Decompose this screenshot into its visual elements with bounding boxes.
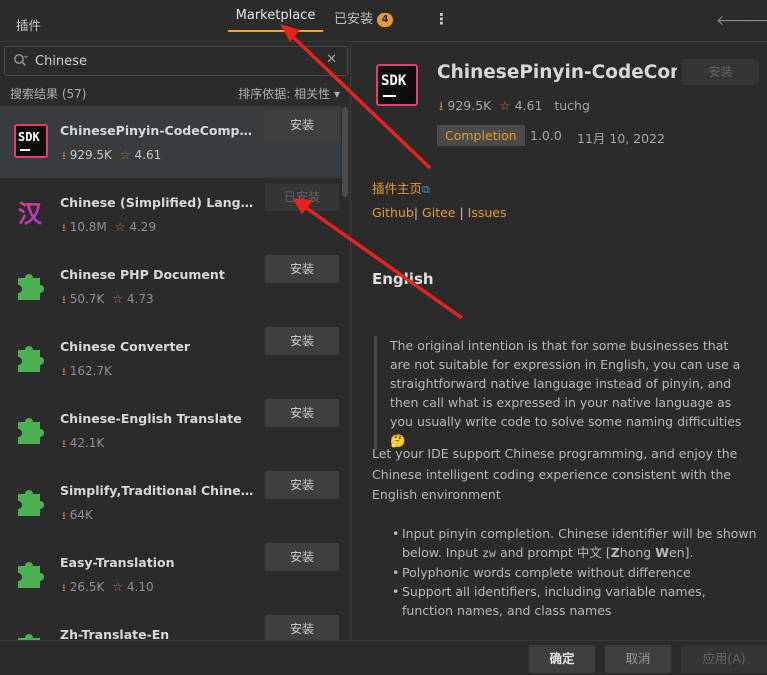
apply-button[interactable]: 应用(A) bbox=[681, 645, 767, 673]
plugin-meta: ⭳ 10.8M ☆ 4.29 bbox=[62, 220, 157, 234]
clear-icon[interactable]: ✕ bbox=[326, 52, 337, 67]
install-button[interactable]: 安装 bbox=[265, 615, 339, 640]
description-quote: The original intention is that for some … bbox=[374, 336, 750, 450]
plugin-name: Chinese Converter bbox=[60, 339, 191, 354]
sdk-icon: SDK bbox=[376, 64, 418, 106]
category-tag[interactable]: Completion bbox=[437, 125, 525, 146]
kebab-icon[interactable]: ⋮ bbox=[434, 10, 449, 28]
feature-item: Input pinyin completion. Chinese identif… bbox=[392, 524, 757, 563]
download-icon: ⭳ bbox=[62, 149, 66, 162]
puzzle-piece-icon bbox=[14, 340, 48, 374]
puzzle-piece-icon bbox=[14, 484, 48, 518]
tab-marketplace-label: Marketplace bbox=[235, 8, 316, 23]
plugin-detail-panel: SDK ChinesePinyin-CodeCompletionHelper 安… bbox=[352, 42, 767, 640]
dialog-title: 插件 bbox=[16, 18, 42, 33]
issues-link[interactable]: Issues bbox=[468, 205, 507, 220]
external-link-icon: ⧉ bbox=[422, 183, 430, 196]
plugin-name: Chinese (Simplified) Language Pack bbox=[60, 195, 256, 210]
author: tuchg bbox=[554, 98, 590, 113]
install-button[interactable]: 安装 bbox=[265, 399, 339, 427]
download-icon: ⭳ bbox=[62, 221, 66, 234]
plugin-meta: ⭳ 50.7K ☆ 4.73 bbox=[62, 292, 154, 306]
puzzle-piece-icon bbox=[14, 556, 48, 590]
ok-button[interactable]: 确定 bbox=[529, 645, 595, 673]
plugin-name: ChinesePinyin-CodeCompletionHelper bbox=[60, 123, 256, 138]
download-icon: ⭳ bbox=[62, 437, 66, 450]
list-item[interactable]: Easy-Translation ⭳ 26.5K ☆ 4.10 安装 bbox=[0, 538, 341, 610]
han-character-icon: 汉 bbox=[16, 198, 46, 228]
installed-button: 已安装 bbox=[265, 183, 339, 211]
tab-marketplace[interactable]: Marketplace bbox=[228, 0, 323, 32]
plugin-name: Easy-Translation bbox=[60, 555, 175, 570]
puzzle-piece-icon bbox=[14, 628, 48, 640]
detail-plugin-name: ChinesePinyin-CodeCompletionHelper bbox=[437, 62, 677, 83]
plugins-header: 插件 Marketplace 已安装 4 ⋮ 🡐 🡒 bbox=[0, 0, 767, 42]
install-button[interactable]: 安装 bbox=[265, 255, 339, 283]
download-icon: ⭳ bbox=[62, 365, 66, 378]
list-item[interactable]: 汉 Chinese (Simplified) Language Pack ⭳ 1… bbox=[0, 178, 341, 250]
plugin-version: 1.0.0 bbox=[530, 128, 562, 143]
star-icon: ☆ bbox=[119, 148, 131, 162]
feature-list: Input pinyin completion. Chinese identif… bbox=[392, 524, 757, 620]
plugin-meta: ⭳ 64K bbox=[62, 508, 93, 522]
sort-dropdown[interactable]: 排序依据: 相关性 ▾ bbox=[238, 85, 340, 102]
plugin-name: Simplify,Traditional Chinese Converter bbox=[60, 483, 256, 498]
plugin-name: Chinese PHP Document bbox=[60, 267, 225, 282]
tab-installed[interactable]: 已安装 4 bbox=[334, 8, 394, 27]
list-item[interactable]: SDK ChinesePinyin-CodeCompletionHelper ⭳… bbox=[0, 106, 341, 178]
star-icon: ☆ bbox=[112, 292, 124, 306]
install-button[interactable]: 安装 bbox=[265, 327, 339, 355]
arrow-right-icon[interactable]: 🡒 bbox=[741, 12, 767, 29]
sdk-icon: SDK bbox=[14, 124, 48, 158]
description-paragraph: Let your IDE support Chinese programming… bbox=[372, 446, 738, 502]
svg-text:汉: 汉 bbox=[18, 200, 43, 228]
list-item[interactable]: Chinese PHP Document ⭳ 50.7K ☆ 4.73 安装 bbox=[0, 250, 341, 322]
homepage-link[interactable]: 插件主页⧉ bbox=[372, 178, 430, 197]
download-icon: ⭳ bbox=[439, 98, 444, 113]
list-item[interactable]: Zh-Translate-En 安装 bbox=[0, 610, 341, 640]
install-button[interactable]: 安装 bbox=[265, 543, 339, 571]
feature-item: Polyphonic words complete without differ… bbox=[392, 563, 757, 582]
dialog-footer: 确定 取消 应用(A) bbox=[0, 640, 767, 675]
download-icon: ⭳ bbox=[62, 509, 66, 522]
install-button[interactable]: 安装 bbox=[265, 111, 339, 139]
puzzle-piece-icon bbox=[14, 412, 48, 446]
active-tab-indicator bbox=[228, 30, 323, 32]
gitee-link[interactable]: Gitee bbox=[422, 205, 455, 220]
cancel-button[interactable]: 取消 bbox=[605, 645, 671, 673]
feature-item: Support all identifiers, including varia… bbox=[392, 582, 757, 620]
plugin-list: SDK ChinesePinyin-CodeCompletionHelper ⭳… bbox=[0, 106, 350, 640]
plugin-name: Chinese-English Translate bbox=[60, 411, 242, 426]
search-box[interactable]: ✕ bbox=[4, 46, 348, 76]
plugin-name: Zh-Translate-En bbox=[60, 627, 170, 640]
puzzle-piece-icon bbox=[14, 268, 48, 302]
github-link[interactable]: Github bbox=[372, 205, 414, 220]
search-results-count: 搜索结果 (57) bbox=[10, 87, 87, 101]
release-date: 11月 10, 2022 bbox=[577, 131, 666, 146]
plugin-list-panel: ✕ 搜索结果 (57) 排序依据: 相关性 ▾ SDK ChinesePinyi… bbox=[0, 42, 351, 640]
download-icon: ⭳ bbox=[62, 293, 66, 306]
search-input[interactable] bbox=[35, 51, 315, 71]
list-item[interactable]: Chinese Converter ⭳ 162.7K 安装 bbox=[0, 322, 341, 394]
plugin-meta: ⭳ 929.5K ☆ 4.61 bbox=[62, 148, 162, 162]
detail-install-button[interactable]: 安装 bbox=[682, 59, 759, 85]
star-icon: ☆ bbox=[112, 580, 124, 594]
list-item[interactable]: Chinese-English Translate ⭳ 42.1K 安装 bbox=[0, 394, 341, 466]
plugin-meta: ⭳ 162.7K bbox=[62, 364, 112, 378]
section-heading: English bbox=[372, 270, 434, 288]
repo-links: Github| Gitee | Issues bbox=[372, 205, 507, 220]
install-button[interactable]: 安装 bbox=[265, 471, 339, 499]
plugin-meta: ⭳ 42.1K bbox=[62, 436, 105, 450]
download-icon: ⭳ bbox=[62, 581, 66, 594]
search-icon bbox=[13, 53, 29, 71]
detail-meta: ⭳ 929.5K ☆ 4.61 tuchg bbox=[439, 98, 590, 113]
installed-count-badge: 4 bbox=[377, 13, 394, 27]
tab-installed-label: 已安装 bbox=[334, 12, 374, 27]
plugin-meta: ⭳ 26.5K ☆ 4.10 bbox=[62, 580, 154, 594]
star-icon: ☆ bbox=[499, 98, 511, 113]
list-scrollbar[interactable] bbox=[342, 107, 348, 197]
list-item[interactable]: Simplify,Traditional Chinese Converter ⭳… bbox=[0, 466, 341, 538]
star-icon: ☆ bbox=[114, 220, 126, 234]
